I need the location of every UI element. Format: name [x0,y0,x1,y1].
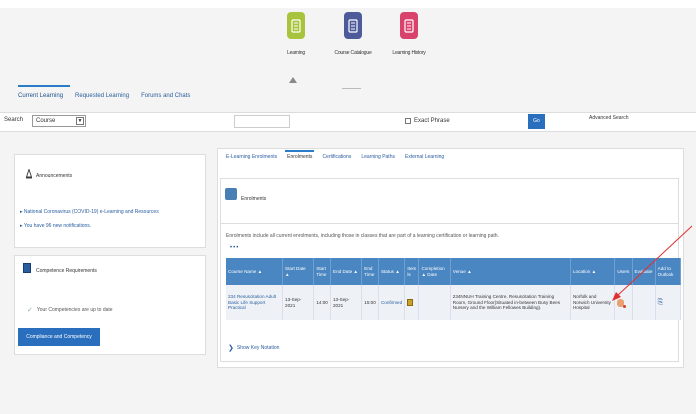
search-input[interactable] [234,115,290,128]
announcement-link-covid-text: National Coronavirus (COVID-19) e-Learni… [23,209,159,215]
competence-status-text: Your Competencies are up to date [36,307,113,313]
app-learning-history[interactable]: Learning History [381,12,437,56]
users-icon[interactable] [617,298,627,308]
check-icon: ✓ [27,307,33,314]
more-options-icon[interactable]: ••• [230,245,239,251]
col-end-time: End Time [361,258,379,285]
app-learning-history-label: Learning History [392,50,426,56]
divider [220,223,679,224]
app-learning[interactable]: Learning [268,12,324,56]
app-course-catalogue-label: Course Catalogue [334,50,372,56]
col-location[interactable]: Location ▲ [570,258,616,285]
chevron-right-icon: ❯ [228,345,234,352]
start-time-cell: 14:00 [313,285,331,320]
course-name-link[interactable]: 234 Resuscitation Adult Basic Life Suppo… [226,285,284,320]
users-cell [614,285,633,320]
catalogue-icon [344,12,362,39]
enrolments-title: Enrolments [241,196,267,202]
app-learning-label: Learning [287,50,305,56]
competence-status: ✓ Your Competencies are up to date [27,306,113,314]
outlook-cell: ⎘ [655,285,682,320]
show-key-notation-link[interactable]: ❯ Show Key Notation [228,344,279,352]
subtab-enrolments[interactable]: Enrolments [285,150,315,164]
enrolments-icon [225,188,237,200]
subtab-external-learning[interactable]: External Learning [403,154,446,164]
app-course-catalogue[interactable]: Course Catalogue [325,12,381,56]
start-date-cell: 13-Sep-2021 [282,285,315,320]
exact-phrase-label: Exact Phrase [414,118,450,124]
competence-icon [23,263,31,273]
end-date-cell: 13-Sep-2021 [330,285,363,320]
search-type-value: Course [36,118,56,124]
col-start-date[interactable]: Start Date ▲ [282,258,315,285]
col-evaluate: Evaluate [632,258,656,285]
enrolment-subtabs: E-Learning Enrolments Enrolments Certifi… [224,150,446,164]
items-icon[interactable] [407,299,414,306]
top-bar [0,0,696,8]
col-end-date[interactable]: End Date ▲ [330,258,363,285]
history-icon [400,12,418,39]
end-time-cell: 15:00 [361,285,379,320]
enrolments-note: Enrolments include all current enrolment… [226,233,499,239]
col-start-time: Start Time [313,258,331,285]
go-button[interactable]: Go [528,114,545,129]
items-cell [404,285,420,320]
col-course-name[interactable]: Course Name ▲ [226,258,284,285]
tab-requested-learning[interactable]: Requested Learning [75,93,129,102]
col-status[interactable]: Status ▲ [378,258,406,285]
table-row: 234 Resuscitation Adult Basic Life Suppo… [226,285,682,320]
status-cell[interactable]: Confirmed [378,285,406,320]
chevron-down-icon[interactable]: ▼ [76,117,84,125]
tab-forums-and-chats[interactable]: Forums and Chats [141,93,190,102]
search-type-select[interactable]: Course ▼ [32,115,86,127]
competence-title: Competence Requirements [36,268,97,274]
compliance-button[interactable]: Compliance and Competency [18,328,100,346]
bell-icon [25,169,33,179]
col-venue[interactable]: Venue ▲ [450,258,571,285]
announcements-panel [14,154,206,248]
advanced-search-link[interactable]: Advanced Search [589,115,628,121]
subtab-learning-paths[interactable]: Learning Paths [359,154,397,164]
search-label: Search [4,117,24,123]
catalogue-underline [342,88,361,89]
tab-current-learning[interactable]: Current Learning [18,85,71,102]
exact-phrase-checkbox[interactable] [405,118,411,124]
announcements-title: Announcements [36,173,73,179]
table-header-row: Course Name ▲ Start Date ▲ Start Time En… [226,258,682,285]
selected-app-indicator [289,77,297,83]
venue-cell: 234NNUH Training Centre, Resuscitation T… [450,285,571,320]
announcement-link-notifications[interactable]: ▸ You have 96 new notifications. [20,223,91,229]
evaluate-cell [632,285,656,320]
add-to-outlook-icon[interactable]: ⎘ [658,299,664,305]
announcement-link-covid[interactable]: ▸ National Coronavirus (COVID-19) e-Lear… [20,209,159,215]
enrolments-table: Course Name ▲ Start Date ▲ Start Time En… [226,258,682,320]
subtab-certifications[interactable]: Certifications [320,154,353,164]
learning-icon [287,12,305,39]
col-items: Item ls [404,258,420,285]
exact-phrase-option[interactable]: Exact Phrase [405,118,450,124]
completion-date-cell [418,285,451,320]
announcement-link-notifications-text: You have 96 new notifications. [23,223,92,229]
main-tabs: Current Learning Requested Learning Foru… [18,85,190,102]
col-completion-date[interactable]: Completion ▲ Date [418,258,451,285]
key-notation-text: Show Key Notation [236,345,280,351]
col-users: Users [614,258,633,285]
subtab-elearning-enrolments[interactable]: E-Learning Enrolments [224,154,279,164]
location-cell: Norfolk and Norwich University Hospital [570,285,616,320]
col-add-to-outlook: Add to Outlook [655,258,682,285]
